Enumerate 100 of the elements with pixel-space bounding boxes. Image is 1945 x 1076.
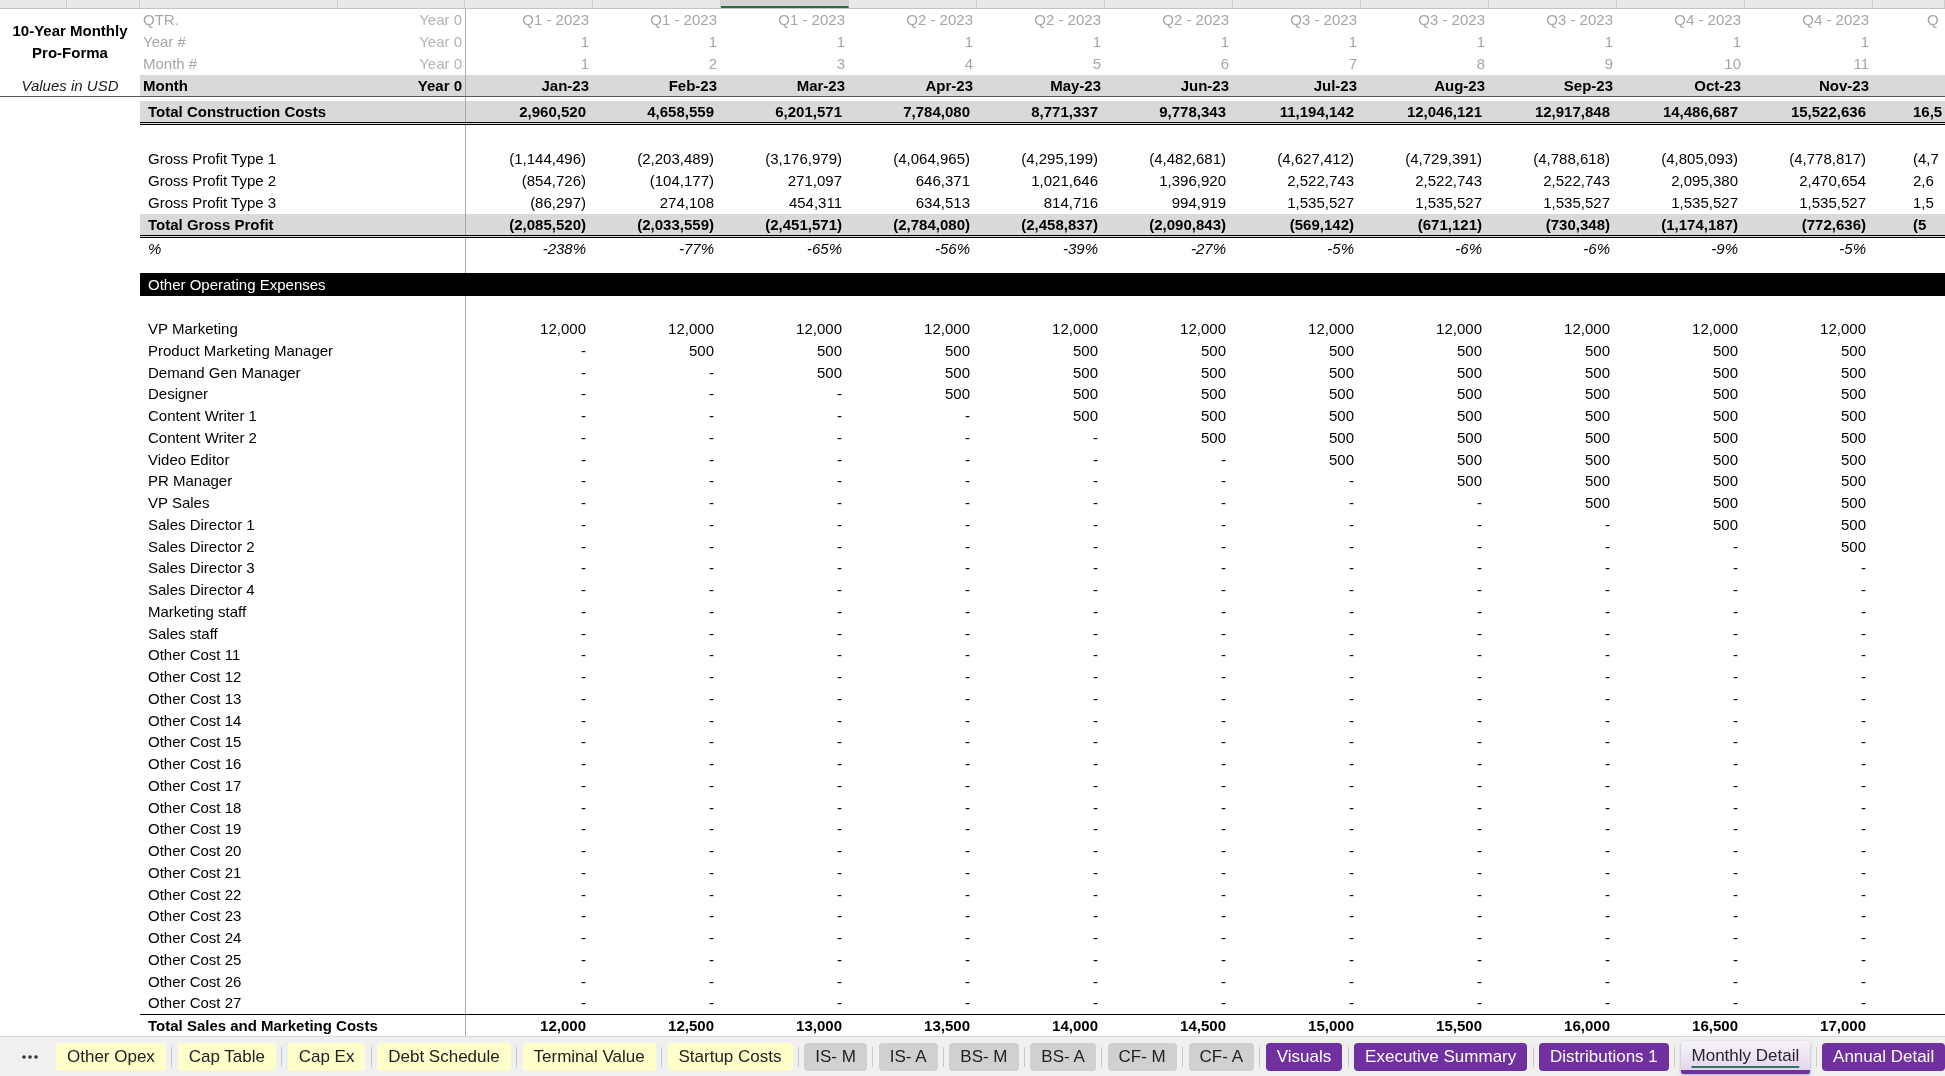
sheet-tab[interactable]: Startup Costs: [667, 1042, 793, 1071]
table-cell-text: -: [580, 906, 587, 927]
sheet-tab[interactable]: Other Opex: [56, 1042, 166, 1071]
table-cell-text: -: [708, 688, 715, 709]
table-cell-text: -: [1348, 993, 1355, 1014]
table-cell-text: 12,000: [923, 319, 971, 339]
table-cell-text: -: [1476, 928, 1483, 948]
sheet-tab[interactable]: BS- A: [1030, 1042, 1096, 1071]
table-cell-text: 14,486,687: [1661, 102, 1739, 122]
table-cell-text: 500: [1711, 449, 1739, 470]
table-cell-text: -: [1476, 601, 1483, 622]
table-cell-text: -: [708, 754, 715, 774]
sheet-tab[interactable]: IS- M: [804, 1042, 867, 1071]
table-cell-text: -: [580, 471, 587, 492]
table-cell-text: -: [1732, 623, 1739, 644]
table-cell-text: 500: [1711, 427, 1739, 448]
row-label: Marketing staff: [147, 601, 248, 622]
table-cell-text: -: [1092, 841, 1099, 861]
table-cell-text: -: [708, 862, 715, 883]
table-cell-text: Q1 - 2023: [777, 10, 846, 30]
table-cell-text: -: [580, 449, 587, 470]
sheet-tab[interactable]: Terminal Value: [522, 1042, 656, 1071]
table-cell-text: 1: [579, 32, 590, 52]
sheet-tab[interactable]: Debt Schedule: [377, 1042, 511, 1071]
sheet-tab[interactable]: Cap Ex: [287, 1042, 366, 1071]
table-cell-text: 1: [963, 32, 974, 52]
table-cell-text: -: [580, 971, 587, 992]
sheet-tab[interactable]: Distributions 1: [1539, 1042, 1669, 1071]
table-cell-text: 2,522,743: [1542, 171, 1611, 191]
table-cell-text: 634,513: [914, 193, 971, 213]
table-cell-text: 271,097: [786, 171, 843, 191]
table-cell-text: -: [580, 928, 587, 948]
table-cell-text: -: [580, 688, 587, 709]
sheet-tab[interactable]: IS- A: [878, 1042, 938, 1071]
row-label: Other Cost 25: [147, 949, 243, 970]
table-cell-text: 994,919: [1170, 193, 1227, 213]
table-cell-text: (4,805,093): [1660, 149, 1739, 169]
more-icon[interactable]: [22, 1054, 38, 1059]
table-cell-text: -: [708, 406, 715, 426]
table-cell-text: -: [964, 536, 971, 557]
table-cell-text: -: [1348, 710, 1355, 731]
sheet-tab[interactable]: Cap Table: [177, 1042, 276, 1071]
sheet-tab[interactable]: Annual Detail: [1822, 1042, 1945, 1071]
table-cell-text: 500: [1071, 384, 1099, 405]
table-cell-text: -: [836, 971, 843, 992]
sheet-tab[interactable]: Monthly Detail: [1680, 1041, 1811, 1074]
table-cell-text: 500: [1455, 406, 1483, 426]
table-cell-text: (671,121): [1416, 215, 1483, 235]
table-cell-text: -: [836, 906, 843, 927]
table-cell-text: 12,000: [539, 1016, 587, 1036]
table-cell-text: -: [580, 775, 587, 796]
table-cell-text: -: [708, 623, 715, 644]
table-cell-text: Q1 - 2023: [521, 10, 590, 30]
table-cell-text: 1,5: [1912, 193, 1935, 213]
table-cell-text: -: [1220, 493, 1227, 513]
table-cell-text: -: [1092, 819, 1099, 840]
table-cell-text: 1: [835, 32, 846, 52]
table-cell-text: Q2 - 2023: [1161, 10, 1230, 30]
table-cell-text: 500: [1583, 362, 1611, 383]
table-cell-text: -: [580, 580, 587, 600]
table-cell-text: -: [1092, 514, 1099, 535]
row-label: VP Sales: [147, 493, 211, 513]
table-cell-text: -: [1348, 493, 1355, 513]
table-cell-text: -: [1860, 819, 1867, 840]
table-cell-text: -: [836, 797, 843, 818]
row-label: Month: [142, 76, 189, 96]
table-cell-text: 500: [1583, 340, 1611, 361]
table-cell-text: -: [964, 819, 971, 840]
table-cell-text: -: [964, 645, 971, 666]
table-cell-text: -: [1860, 710, 1867, 731]
table-cell-text: (104,177): [648, 171, 715, 191]
table-cell-text: -: [964, 862, 971, 883]
table-cell-text: -: [708, 949, 715, 970]
table-cell-text: -: [580, 362, 587, 383]
sheet-tab[interactable]: CF- M: [1107, 1042, 1177, 1071]
table-cell-text: -: [1348, 949, 1355, 970]
row-label: VP Marketing: [147, 319, 239, 339]
table-cell-text: 16,500: [1691, 1016, 1739, 1036]
row-label: Sales staff: [147, 623, 219, 644]
table-cell-text: -: [1092, 623, 1099, 644]
table-cell-text: 500: [1583, 384, 1611, 405]
table-cell-text: -: [1220, 884, 1227, 905]
sheet-tab[interactable]: CF- A: [1188, 1042, 1255, 1071]
column-header[interactable]: [721, 0, 849, 8]
table-cell-text: -: [1476, 645, 1483, 666]
table-cell-text: -: [1348, 732, 1355, 753]
table-cell-text: -: [708, 471, 715, 492]
table-cell-text: -56%: [933, 239, 971, 259]
row-label: Other Cost 26: [147, 971, 243, 992]
sheet-tab[interactable]: BS- M: [949, 1042, 1019, 1071]
sheet-tab[interactable]: Visuals: [1265, 1042, 1343, 1071]
table-cell-text: 2,095,380: [1670, 171, 1739, 191]
table-cell-text: 500: [1455, 427, 1483, 448]
table-cell-text: 500: [1711, 362, 1739, 383]
table-cell-text: -: [1348, 623, 1355, 644]
sheet-tab[interactable]: Executive Summary: [1354, 1042, 1528, 1071]
table-cell-text: 500: [1583, 493, 1611, 513]
table-cell-text: -: [1348, 601, 1355, 622]
table-cell-text: -: [836, 841, 843, 861]
table-cell-text: -: [1476, 775, 1483, 796]
